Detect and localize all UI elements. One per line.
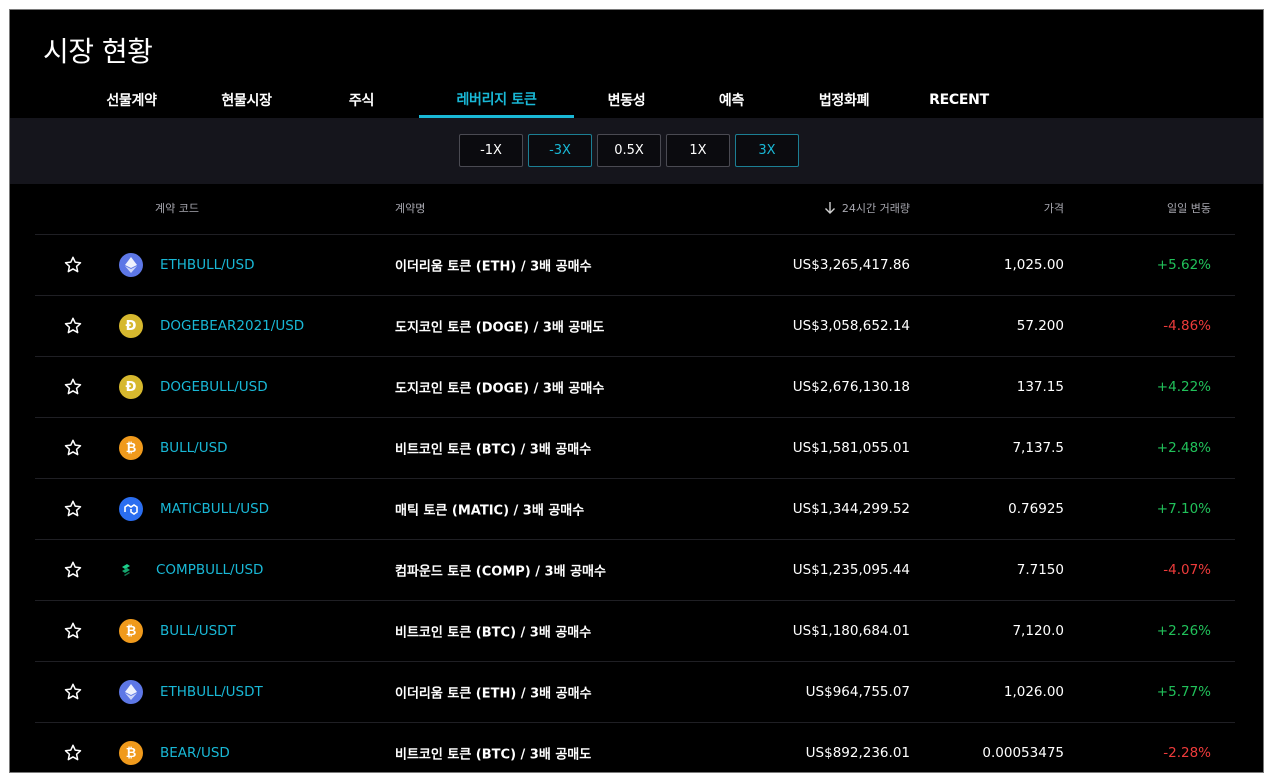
contract-code-link[interactable]: BEAR/USD (160, 745, 230, 761)
daily-change: -2.28% (1163, 745, 1211, 761)
volume-24h: US$3,058,652.14 (792, 318, 910, 334)
contract-code-link[interactable]: BULL/USD (160, 440, 228, 456)
header-24h-volume[interactable]: 24시간 거래량 (824, 200, 910, 216)
arrow-down-icon (824, 202, 835, 214)
filter-1x-button[interactable]: 1X (666, 134, 730, 167)
bitcoin-coin-icon: ₿ (119, 741, 143, 765)
header-contract-name[interactable]: 계약명 (395, 200, 425, 216)
tab-volatility[interactable]: 변동성 (574, 82, 679, 118)
contract-name: 비트코인 토큰 (BTC) / 3배 공매수 (395, 625, 592, 641)
tab-spot[interactable]: 현물시장 (189, 82, 304, 118)
header-price[interactable]: 가격 (1044, 200, 1064, 216)
price: 0.00053475 (982, 745, 1064, 761)
volume-24h: US$1,581,055.01 (792, 440, 910, 456)
daily-change: +5.62% (1156, 257, 1211, 273)
table-row[interactable]: MATICBULL/USD 매틱 토큰 (MATIC) / 3배 공매수 US$1,… (35, 479, 1235, 540)
polygon-matic-coin-icon (119, 497, 143, 521)
compound-coin-icon (119, 563, 133, 577)
table-row[interactable]: ₿ BULL/USD 비트코인 토큰 (BTC) / 3배 공매수 US$1,581,… (35, 418, 1235, 479)
market-tabs: 선물계약 현물시장 주식 레버리지 토큰 변동성 예측 법정화폐 RECENT (74, 82, 1014, 118)
contract-code-link[interactable]: BULL/USDT (160, 623, 236, 639)
daily-change: -4.07% (1163, 562, 1211, 578)
contract-name: 도지코인 토큰 (DOGE) / 3배 공매수 (395, 381, 605, 397)
price: 1,025.00 (1003, 257, 1064, 273)
daily-change: +2.26% (1156, 623, 1211, 639)
contract-code-link[interactable]: ETHBULL/USDT (160, 684, 263, 700)
volume-24h: US$1,235,095.44 (792, 562, 910, 578)
volume-24h: US$1,180,684.01 (792, 623, 910, 639)
tab-stocks[interactable]: 주식 (304, 82, 419, 118)
contract-code-link[interactable]: COMPBULL/USD (156, 562, 263, 578)
price: 1,026.00 (1003, 684, 1064, 700)
contract-name: 매틱 토큰 (MATIC) / 3배 공매수 (395, 503, 585, 519)
volume-24h: US$3,265,417.86 (792, 257, 910, 273)
price: 7.7150 (1016, 562, 1064, 578)
price: 7,120.0 (1012, 623, 1064, 639)
filter-minus-3x-button[interactable]: -3X (528, 134, 592, 167)
star-favorite-icon[interactable] (63, 682, 83, 702)
ethereum-coin-icon (119, 253, 143, 277)
price: 0.76925 (1008, 501, 1064, 517)
table-row[interactable]: ₿ BULL/USDT 비트코인 토큰 (BTC) / 3배 공매수 US$1,180… (35, 601, 1235, 662)
tab-leveraged-tokens[interactable]: 레버리지 토큰 (419, 82, 574, 118)
price: 137.15 (1016, 379, 1064, 395)
market-status-panel: 시장 현황 선물계약 현물시장 주식 레버리지 토큰 변동성 예측 법정화폐 R… (9, 9, 1264, 773)
table-row[interactable]: ₿ BEAR/USD 비트코인 토큰 (BTC) / 3배 공매도 US$892,23… (35, 723, 1235, 772)
contract-name: 도지코인 토큰 (DOGE) / 3배 공매도 (395, 320, 605, 336)
leverage-filter-bar: -1X -3X 0.5X 1X 3X (10, 118, 1263, 184)
header-24h-volume-label: 24시간 거래량 (841, 202, 910, 215)
dogecoin-coin-icon: Ð (119, 375, 143, 399)
contract-name: 이더리움 토큰 (ETH) / 3배 공매수 (395, 259, 592, 275)
star-favorite-icon[interactable] (63, 438, 83, 458)
header-daily-change[interactable]: 일일 변동 (1167, 200, 1211, 216)
contract-code-link[interactable]: ETHBULL/USD (160, 257, 255, 273)
table-header: 계약 코드 계약명 24시간 거래량 가격 일일 변동 (35, 184, 1235, 235)
table-row[interactable]: Ð DOGEBULL/USD 도지코인 토큰 (DOGE) / 3배 공매수 US$2… (35, 357, 1235, 418)
daily-change: +5.77% (1156, 684, 1211, 700)
contract-code-link[interactable]: DOGEBEAR2021/USD (160, 318, 304, 334)
token-table-body: ETHBULL/USD 이더리움 토큰 (ETH) / 3배 공매수 US$3,26… (35, 235, 1235, 772)
daily-change: +7.10% (1156, 501, 1211, 517)
table-row[interactable]: Ð DOGEBEAR2021/USD 도지코인 토큰 (DOGE) / 3배 공매도… (35, 296, 1235, 357)
dogecoin-coin-icon: Ð (119, 314, 143, 338)
contract-name: 비트코인 토큰 (BTC) / 3배 공매도 (395, 747, 592, 763)
filter-minus-1x-button[interactable]: -1X (459, 134, 523, 167)
tab-futures[interactable]: 선물계약 (74, 82, 189, 118)
bitcoin-coin-icon: ₿ (119, 619, 143, 643)
tab-prediction[interactable]: 예측 (679, 82, 784, 118)
price: 57.200 (1016, 318, 1064, 334)
price: 7,137.5 (1012, 440, 1064, 456)
bitcoin-coin-icon: ₿ (119, 436, 143, 460)
volume-24h: US$964,755.07 (805, 684, 910, 700)
star-favorite-icon[interactable] (63, 255, 83, 275)
contract-name: 이더리움 토큰 (ETH) / 3배 공매수 (395, 686, 592, 702)
star-favorite-icon[interactable] (63, 377, 83, 397)
filter-0-5x-button[interactable]: 0.5X (597, 134, 661, 167)
contract-code-link[interactable]: DOGEBULL/USD (160, 379, 268, 395)
table-row[interactable]: ETHBULL/USDT 이더리움 토큰 (ETH) / 3배 공매수 US$964… (35, 662, 1235, 723)
star-favorite-icon[interactable] (63, 499, 83, 519)
ethereum-coin-icon (119, 680, 143, 704)
table-row[interactable]: COMPBULL/USD 컴파운드 토큰 (COMP) / 3배 공매수 US$1,… (35, 540, 1235, 601)
filter-3x-button[interactable]: 3X (735, 134, 799, 167)
table-row[interactable]: ETHBULL/USD 이더리움 토큰 (ETH) / 3배 공매수 US$3,26… (35, 235, 1235, 296)
star-favorite-icon[interactable] (63, 743, 83, 763)
header-contract-code[interactable]: 계약 코드 (155, 200, 199, 216)
daily-change: -4.86% (1163, 318, 1211, 334)
star-favorite-icon[interactable] (63, 560, 83, 580)
contract-code-link[interactable]: MATICBULL/USD (160, 501, 269, 517)
volume-24h: US$1,344,299.52 (792, 501, 910, 517)
daily-change: +4.22% (1156, 379, 1211, 395)
tab-recent[interactable]: RECENT (904, 82, 1014, 118)
contract-name: 컴파운드 토큰 (COMP) / 3배 공매수 (395, 564, 606, 580)
contract-name: 비트코인 토큰 (BTC) / 3배 공매수 (395, 442, 592, 458)
star-favorite-icon[interactable] (63, 621, 83, 641)
daily-change: +2.48% (1156, 440, 1211, 456)
page-title: 시장 현황 (43, 35, 153, 68)
volume-24h: US$892,236.01 (805, 745, 910, 761)
tab-fiat[interactable]: 법정화폐 (784, 82, 904, 118)
volume-24h: US$2,676,130.18 (792, 379, 910, 395)
star-favorite-icon[interactable] (63, 316, 83, 336)
